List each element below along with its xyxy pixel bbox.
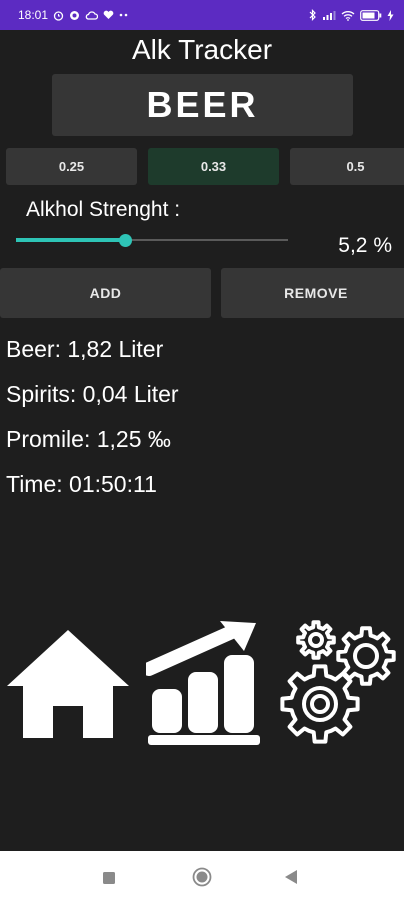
wifi-icon: [341, 10, 355, 21]
statistics-icon[interactable]: [142, 621, 262, 752]
home-icon[interactable]: [5, 628, 131, 745]
drink-type-button[interactable]: BEER: [52, 74, 353, 136]
strength-slider[interactable]: [16, 231, 288, 249]
status-left: 18:01: [18, 8, 129, 22]
signal-icon: [322, 10, 336, 21]
gear-medium-icon: [336, 626, 396, 686]
back-icon[interactable]: [285, 870, 297, 889]
battery-icon: [360, 9, 382, 21]
remove-button[interactable]: REMOVE: [221, 268, 404, 318]
gear-small-icon: [296, 620, 336, 660]
strength-value: 5,2 %: [338, 234, 392, 257]
app-title: Alk Tracker: [131, 34, 273, 65]
settings-icon[interactable]: [278, 618, 398, 753]
alarm-icon: [53, 10, 64, 21]
slider-fill: [16, 238, 125, 242]
heart-icon: [103, 10, 114, 20]
cloud-icon: [85, 10, 99, 20]
more-dots-icon: [119, 13, 129, 17]
beer-total-text: Beer: 1,82 Liter: [6, 336, 164, 362]
bluetooth-icon: [309, 9, 317, 21]
data-saver-icon: [69, 10, 80, 21]
recent-apps-icon[interactable]: [103, 871, 115, 889]
size-button-0-5[interactable]: 0.5: [290, 148, 404, 185]
status-bar: 18:01: [0, 0, 404, 30]
size-button-0-25[interactable]: 0.25: [6, 148, 137, 185]
strength-label: Alkhol Strenght :: [26, 198, 181, 221]
add-button[interactable]: ADD: [0, 268, 211, 318]
slider-thumb[interactable]: [119, 234, 132, 247]
status-time: 18:01: [18, 8, 49, 22]
system-navigation-bar: [0, 851, 404, 900]
spirits-total-text: Spirits: 0,04 Liter: [6, 381, 179, 407]
size-button-0-33[interactable]: 0.33: [148, 148, 279, 185]
charging-icon: [387, 9, 394, 21]
time-text: Time: 01:50:11: [6, 471, 157, 497]
home-circle-icon[interactable]: [192, 867, 212, 892]
status-right: [309, 9, 394, 21]
promile-text: Promile: 1,25 ‰: [6, 426, 171, 452]
